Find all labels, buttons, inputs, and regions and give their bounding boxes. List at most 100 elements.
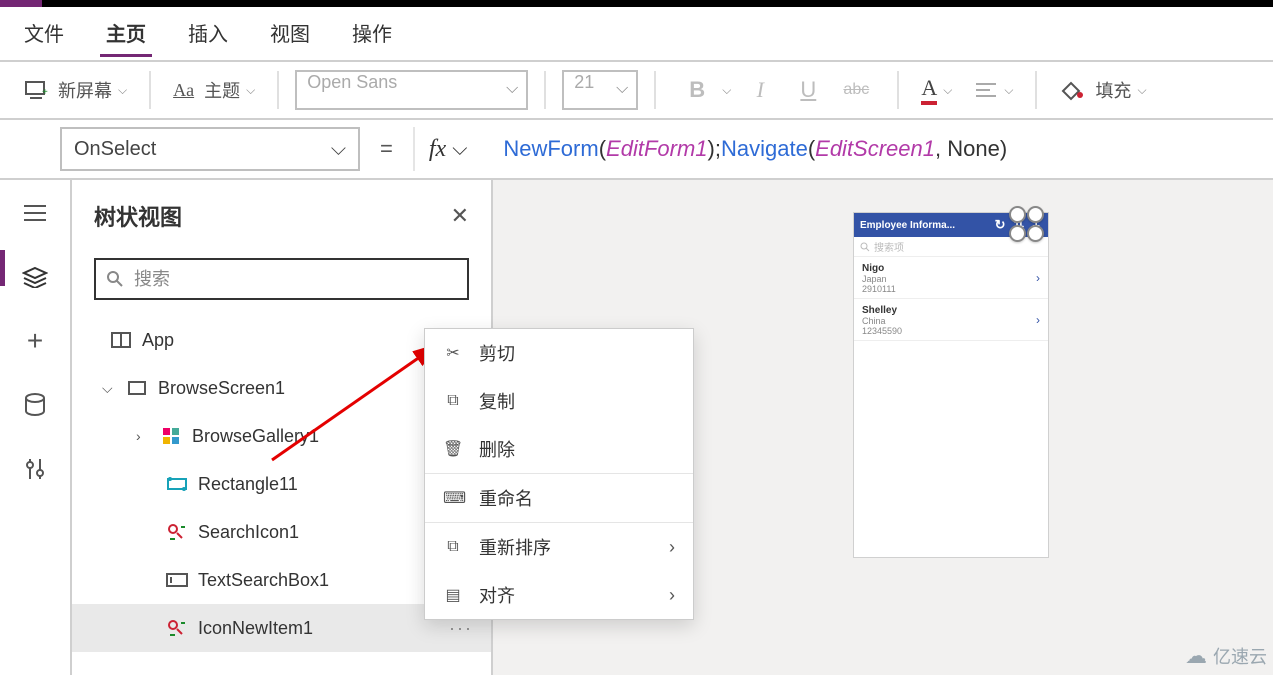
theme-button[interactable]: Aa 主题 ⌵ [167, 77, 261, 103]
preview-search-placeholder: 搜索项 [874, 239, 904, 254]
tree-item-label: Rectangle11 [198, 474, 298, 495]
tree-item-label: TextSearchBox1 [198, 570, 329, 591]
align-button[interactable]: ⌵ [968, 81, 1019, 99]
strikethrough-button[interactable]: abc [837, 81, 875, 99]
menu-home[interactable]: 主页 [100, 10, 152, 57]
rename-icon: ⌨ [443, 488, 463, 508]
textbox-icon [166, 569, 188, 591]
separator [1035, 71, 1037, 109]
preview-title: Employee Informa... [860, 220, 989, 231]
tree-item-label: SearchIcon1 [198, 522, 299, 543]
italic-button[interactable]: I [741, 77, 779, 103]
menubar: 文件 主页 插入 视图 操作 [0, 7, 1273, 60]
record-number: 12345590 [862, 326, 1040, 336]
bold-button[interactable]: B [678, 77, 716, 103]
cut-icon: ✂ [443, 343, 463, 363]
copy-icon: ⧉ [443, 392, 463, 410]
preview-record[interactable]: Nigo Japan 2910111 › [854, 257, 1048, 299]
underline-button[interactable]: U [789, 77, 827, 103]
app-icon [110, 329, 132, 351]
menu-delete[interactable]: 🗑 删除 [425, 425, 693, 473]
record-name: Shelley [862, 305, 1040, 316]
chevron-down-icon: ⌵ [331, 138, 346, 161]
equals-sign: = [374, 136, 399, 162]
chevron-right-icon: › [1036, 271, 1040, 285]
record-country: China [862, 316, 1040, 326]
menu-item-label: 重新排序 [479, 534, 551, 560]
tree-item-label: BrowseScreen1 [158, 378, 285, 399]
formula-input[interactable]: NewForm(EditForm1);Navigate(EditScreen1,… [495, 136, 1007, 162]
database-icon [24, 393, 46, 417]
selection-handle[interactable] [1009, 206, 1026, 223]
menu-item-label: 重命名 [479, 485, 533, 511]
refresh-icon[interactable]: ↻ [993, 217, 1008, 233]
layers-icon [22, 266, 48, 288]
rail-advanced[interactable] [20, 454, 50, 484]
selection-handle[interactable] [1009, 225, 1026, 242]
tree-item-label: App [142, 330, 174, 351]
watermark: ☁ 亿速云 [1185, 643, 1267, 669]
menu-rename[interactable]: ⌨ 重命名 [425, 474, 693, 522]
tree-item-label: IconNewItem1 [198, 618, 313, 639]
menu-view[interactable]: 视图 [264, 10, 316, 57]
separator [654, 71, 656, 109]
theme-icon: Aa [173, 80, 194, 101]
search-icon [860, 242, 870, 252]
trash-icon: 🗑 [443, 439, 463, 459]
font-color-icon: A [921, 75, 937, 105]
menu-item-label: 删除 [479, 436, 515, 462]
fill-button[interactable]: 填充 ⌵ [1053, 77, 1152, 103]
chevron-right-icon: › [1036, 313, 1040, 327]
menu-item-label: 剪切 [479, 340, 515, 366]
search-icon [106, 270, 124, 288]
align-icon [974, 81, 998, 99]
fx-button[interactable]: fx ⌵ [413, 127, 482, 171]
tree-view-title: 树状视图 [94, 200, 182, 232]
menu-item-label: 复制 [479, 388, 515, 414]
tree-search[interactable] [94, 258, 469, 300]
chevron-right-icon: › [669, 585, 675, 606]
font-size-value: 21 [574, 72, 594, 92]
font-select-value: Open Sans [307, 72, 397, 92]
selection-handle[interactable] [1027, 225, 1044, 242]
formula-bar: OnSelect ⌵ = fx ⌵ NewForm(EditForm1);Nav… [0, 120, 1273, 180]
ribbon-toolbar: + 新屏幕 ⌵ Aa 主题 ⌵ Open Sans 21 B⌵ I U abc … [0, 60, 1273, 120]
expander-icon[interactable]: › [136, 428, 150, 444]
font-select[interactable]: Open Sans [295, 70, 528, 110]
property-select[interactable]: OnSelect ⌵ [60, 127, 360, 171]
rail-tree-view[interactable] [20, 262, 50, 292]
menu-action[interactable]: 操作 [346, 10, 398, 57]
control-icon [166, 617, 188, 639]
selection-handle[interactable] [1027, 206, 1044, 223]
menu-copy[interactable]: ⧉ 复制 [425, 377, 693, 425]
preview-record[interactable]: Shelley China 12345590 › [854, 299, 1048, 341]
separator [149, 71, 151, 109]
font-color-button[interactable]: A ⌵ [915, 75, 958, 105]
sliders-icon [24, 457, 46, 481]
tree-item-label: BrowseGallery1 [192, 426, 319, 447]
more-button[interactable]: ··· [449, 618, 473, 639]
expander-icon[interactable]: ⌵ [102, 380, 116, 397]
phone-preview[interactable]: Employee Informa... ↻ ⇅ + 搜索项 Nigo Japan… [854, 213, 1048, 557]
menu-file[interactable]: 文件 [18, 10, 70, 57]
chevron-down-icon: ⌵ [1004, 83, 1013, 98]
new-screen-button[interactable]: + 新屏幕 ⌵ [18, 77, 133, 103]
chevron-down-icon: ⌵ [246, 83, 255, 98]
rectangle-icon [166, 473, 188, 495]
font-size-select[interactable]: 21 [562, 70, 638, 110]
menu-align[interactable]: ▤对齐› [425, 571, 693, 619]
menu-cut[interactable]: ✂ 剪切 [425, 329, 693, 377]
close-panel-button[interactable]: ✕ [451, 203, 469, 229]
tree-search-input[interactable] [134, 269, 457, 290]
menu-item-label: 对齐 [479, 582, 515, 608]
rail-hamburger[interactable] [20, 198, 50, 228]
fx-icon: fx [429, 136, 446, 163]
record-number: 2910111 [862, 284, 1040, 294]
reorder-icon: ⧉ [443, 538, 463, 556]
rail-active-indicator [0, 250, 5, 286]
menu-insert[interactable]: 插入 [182, 10, 234, 57]
rail-data[interactable] [20, 390, 50, 420]
menu-reorder[interactable]: ⧉重新排序› [425, 523, 693, 571]
rail-insert[interactable]: + [20, 326, 50, 356]
record-name: Nigo [862, 263, 1040, 274]
